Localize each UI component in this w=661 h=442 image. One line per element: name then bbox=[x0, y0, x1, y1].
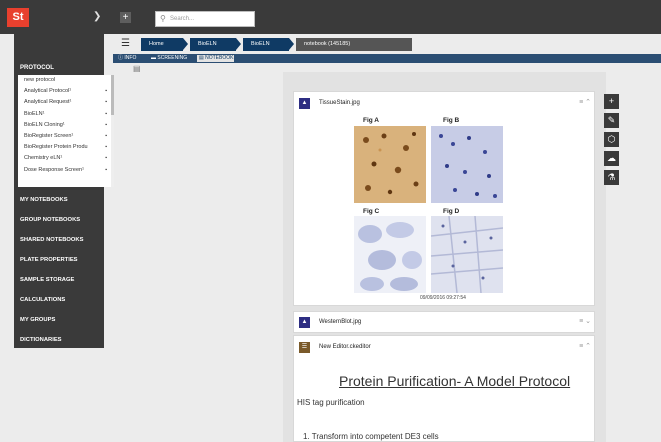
breadcrumb-separator bbox=[289, 38, 294, 50]
chevron-down-icon[interactable]: ❯ bbox=[93, 11, 101, 22]
sidebar-item-group-notebooks[interactable]: GROUP NOTEBOOKS bbox=[14, 210, 104, 230]
document-icon: ☰ bbox=[299, 342, 310, 353]
tab-strip: ⓘ INFO ▬ SCREENING ▤ NOTEBOOK bbox=[113, 54, 661, 63]
fig-d-image bbox=[431, 216, 503, 293]
protocol-label: BioRegister Screen¹ bbox=[24, 132, 74, 139]
sidebar: PROTOCOL new protocol Analytical Protoco… bbox=[14, 34, 114, 350]
card-actions[interactable]: ≡ ⌃ bbox=[579, 342, 591, 350]
plus-icon[interactable]: + bbox=[120, 12, 131, 23]
document-step: 1. Transform into competent DE3 cells bbox=[303, 432, 439, 441]
protocol-label: BioRegister Protein Produ bbox=[24, 144, 88, 151]
card-header: ▲ WesternBlot.jpg ≡ ⌄ bbox=[294, 312, 596, 336]
protocol-scrollbar[interactable] bbox=[111, 75, 114, 187]
protocol-marker: ▪ bbox=[105, 132, 107, 139]
fig-b-image bbox=[431, 126, 503, 203]
breadcrumb-separator bbox=[236, 38, 241, 50]
fig-c-image bbox=[354, 216, 426, 293]
list-item[interactable]: Chemistry eLN¹ ▪ bbox=[18, 153, 110, 164]
search-icon: ⚲ bbox=[160, 14, 166, 23]
list-item[interactable]: BioRegister Screen¹ ▪ bbox=[18, 131, 110, 142]
sidebar-item-shared-notebooks[interactable]: SHARED NOTEBOOKS bbox=[14, 230, 104, 250]
list-item[interactable]: BioELN¹ ▪ bbox=[18, 109, 110, 120]
hamburger-icon[interactable]: ☰ bbox=[121, 38, 130, 49]
image-timestamp: 09/09/2016 09:27:54 bbox=[420, 295, 466, 301]
search-placeholder: Search... bbox=[170, 16, 195, 22]
sidebar-item-dictionaries[interactable]: DICTIONARIES bbox=[14, 330, 104, 350]
protocol-label: Chemistry eLN¹ bbox=[24, 155, 63, 162]
tab-screening-label: SCREENING bbox=[157, 55, 188, 61]
protocol-label: Analytical Protocol¹ bbox=[24, 88, 72, 95]
list-item[interactable]: Analytical Protocol¹ ▪ bbox=[18, 86, 110, 97]
image-icon: ▲ bbox=[299, 317, 310, 328]
card-header: ▲ TissueStain.jpg ≡ ⌃ bbox=[294, 92, 596, 116]
card-actions[interactable]: ≡ ⌄ bbox=[579, 317, 591, 325]
fig-c-label: Fig C bbox=[363, 208, 380, 215]
pencil-icon[interactable]: ✎ bbox=[604, 113, 619, 128]
protocol-header: PROTOCOL bbox=[20, 65, 54, 71]
protocol-marker: ▪ bbox=[105, 121, 107, 128]
top-bar: St ❯ + ⚲ Search... bbox=[0, 0, 661, 34]
sidebar-item-sample-storage[interactable]: SAMPLE STORAGE bbox=[14, 270, 104, 290]
protocol-label: BioELN Cloning¹ bbox=[24, 121, 65, 128]
card-header: ☰ New Editor.ckeditor ≡ ⌃ bbox=[294, 336, 596, 360]
fig-a-image bbox=[354, 126, 426, 203]
card-title: New Editor.ckeditor bbox=[319, 344, 371, 350]
sidebar-item-plate-properties[interactable]: PLATE PROPERTIES bbox=[14, 250, 104, 270]
fig-b-label: Fig B bbox=[443, 117, 460, 124]
protocol-marker: ▪ bbox=[105, 110, 107, 117]
breadcrumb-separator bbox=[183, 38, 188, 50]
image-icon: ▲ bbox=[299, 98, 310, 109]
app-logo[interactable]: St bbox=[7, 8, 29, 27]
list-item[interactable]: Analytical Request¹ ▪ bbox=[18, 97, 110, 108]
card-title: WesternBlot.jpg bbox=[319, 319, 362, 325]
sidebar-item-my-notebooks[interactable]: MY NOTEBOOKS bbox=[14, 190, 104, 210]
list-item[interactable]: BioRegister Protein Produ ▪ bbox=[18, 142, 110, 153]
breadcrumb-home[interactable]: Home bbox=[141, 38, 183, 51]
protocol-marker: ▪ bbox=[105, 88, 107, 95]
sidebar-item-my-groups[interactable]: MY GROUPS bbox=[14, 310, 104, 330]
protocol-marker: ▪ bbox=[105, 144, 107, 151]
protocol-label: Analytical Request¹ bbox=[24, 99, 72, 106]
fig-d-label: Fig D bbox=[443, 208, 460, 215]
breadcrumb-notebook[interactable]: notebook (145185) bbox=[296, 38, 412, 51]
hexagon-icon[interactable]: ⬡ bbox=[604, 132, 619, 147]
tab-notebook-label: NOTEBOOK bbox=[205, 55, 234, 61]
cloud-icon[interactable]: ☁ bbox=[604, 151, 619, 166]
protocol-marker: ▪ bbox=[105, 155, 107, 162]
notes-icon[interactable]: ▤ bbox=[133, 64, 141, 73]
breadcrumb-bioeln-2[interactable]: BioELN bbox=[243, 38, 289, 51]
scrollbar-thumb[interactable] bbox=[111, 75, 114, 115]
list-item[interactable]: new protocol bbox=[18, 75, 110, 86]
card-title: TissueStain.jpg bbox=[319, 100, 360, 106]
protocol-list: new protocol Analytical Protocol¹ ▪ Analy… bbox=[18, 75, 114, 187]
search-input[interactable]: ⚲ Search... bbox=[155, 11, 255, 27]
card-actions[interactable]: ≡ ⌃ bbox=[579, 98, 591, 106]
protocol-marker: ▪ bbox=[105, 166, 107, 173]
protocol-label: Dose Response Screen¹ bbox=[24, 166, 84, 173]
western-blot-card: ▲ WesternBlot.jpg ≡ ⌄ bbox=[293, 311, 595, 333]
flask-icon[interactable]: ⚗ bbox=[604, 170, 619, 185]
protocol-marker: ▪ bbox=[105, 99, 107, 106]
tab-info-label: INFO bbox=[124, 55, 137, 61]
plus-icon[interactable]: + bbox=[604, 94, 619, 109]
sidebar-item-calculations[interactable]: CALCULATIONS bbox=[14, 290, 104, 310]
protocol-label: new protocol bbox=[24, 77, 56, 83]
protocol-label: BioELN¹ bbox=[24, 110, 45, 117]
document-subheading: HIS tag purification bbox=[297, 398, 365, 407]
breadcrumb-bioeln[interactable]: BioELN bbox=[190, 38, 236, 51]
list-item[interactable]: Dose Response Screen¹ ▪ bbox=[18, 165, 110, 176]
tab-info[interactable]: ⓘ INFO bbox=[116, 55, 148, 62]
document-heading: Protein Purification- A Model Protocol bbox=[339, 373, 571, 389]
tab-notebook[interactable]: ▤ NOTEBOOK bbox=[197, 55, 234, 62]
list-item[interactable]: BioELN Cloning¹ ▪ bbox=[18, 120, 110, 131]
tab-screening[interactable]: ▬ SCREENING bbox=[149, 55, 194, 62]
fig-a-label: Fig A bbox=[363, 117, 380, 124]
